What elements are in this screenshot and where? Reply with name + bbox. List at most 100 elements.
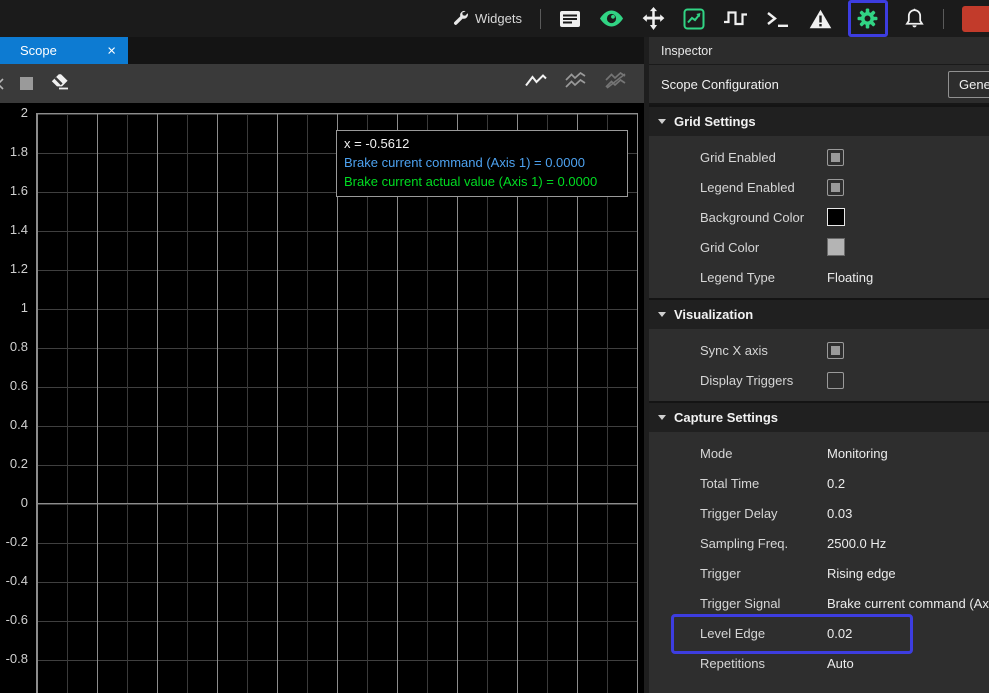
section-body-capture-settings: Mode Monitoring Total Time 0.2 Trigger D… xyxy=(649,432,989,693)
section-header-capture-settings[interactable]: Capture Settings xyxy=(649,401,989,432)
toolbar-separator xyxy=(540,9,541,29)
y-tick: 0.2 xyxy=(0,455,28,473)
section-title: Grid Settings xyxy=(674,114,756,129)
section-header-visualization[interactable]: Visualization xyxy=(649,298,989,329)
tab-close-icon[interactable]: × xyxy=(107,43,116,58)
sync-x-checkbox[interactable] xyxy=(827,342,844,359)
y-tick: -0.2 xyxy=(0,533,28,551)
section-title: Capture Settings xyxy=(674,410,778,425)
property-label: Trigger Signal xyxy=(700,596,780,611)
tooltip-series2-value: Brake current actual value (Axis 1) = 0.… xyxy=(344,172,620,191)
top-toolbar-cluster: Widgets xyxy=(452,0,989,37)
background-color-swatch[interactable] xyxy=(827,208,845,226)
grid-enabled-checkbox[interactable] xyxy=(827,149,844,166)
mode-value[interactable]: Monitoring xyxy=(827,446,888,461)
property-row-sync-x: Sync X axis xyxy=(649,335,989,365)
widgets-label: Widgets xyxy=(475,11,522,26)
scope-configuration-label: Scope Configuration xyxy=(661,77,779,92)
move-icon[interactable] xyxy=(642,7,665,30)
property-row-mode: Mode Monitoring xyxy=(649,438,989,468)
chart-icon[interactable] xyxy=(683,8,705,30)
gear-highlight-box xyxy=(848,0,888,37)
bell-icon[interactable] xyxy=(904,8,925,29)
stop-button[interactable]: S xyxy=(962,6,989,32)
grid-color-swatch[interactable] xyxy=(827,238,845,256)
property-row-repetitions: Repetitions Auto xyxy=(649,648,989,678)
tab-bar: Scope × xyxy=(0,37,644,64)
property-label: Trigger xyxy=(700,566,741,581)
terminal-icon[interactable] xyxy=(766,10,791,28)
display-triggers-checkbox[interactable] xyxy=(827,372,844,389)
scope-plot-area[interactable]: x = -0.5612 Brake current command (Axis … xyxy=(36,113,638,693)
trace-display-buttons xyxy=(524,72,644,95)
scope-pane: Scope × xyxy=(0,37,644,693)
y-tick: -0.8 xyxy=(0,650,28,668)
y-tick: 1 xyxy=(0,299,28,317)
list-icon[interactable] xyxy=(559,10,581,28)
property-row-legend-type: Legend Type Floating xyxy=(649,262,989,292)
single-trace-icon[interactable] xyxy=(524,73,548,94)
property-label: Grid Color xyxy=(700,240,759,255)
toolbar-separator xyxy=(943,9,944,29)
y-tick: 1.6 xyxy=(0,182,28,200)
y-tick: 0.4 xyxy=(0,416,28,434)
property-label: Display Triggers xyxy=(700,373,793,388)
y-tick: 1.2 xyxy=(0,260,28,278)
top-toolbar: Widgets xyxy=(0,0,989,37)
section-body-grid-settings: Grid Enabled Legend Enabled Background C… xyxy=(649,136,989,298)
pulse-icon[interactable] xyxy=(723,9,748,28)
warning-icon[interactable] xyxy=(809,9,832,29)
property-row-level-edge: Level Edge 0.02 xyxy=(649,618,989,648)
property-label: Mode xyxy=(700,446,733,461)
gear-icon[interactable] xyxy=(857,8,878,29)
widgets-button[interactable]: Widgets xyxy=(452,9,522,28)
property-row-trigger: Trigger Rising edge xyxy=(649,558,989,588)
property-label: Sampling Freq. xyxy=(700,536,788,551)
eye-icon[interactable] xyxy=(599,10,624,27)
y-tick: -0.4 xyxy=(0,572,28,590)
inspector-panel: Inspector Scope Configuration Gene Grid … xyxy=(644,37,989,693)
split-trace-icon[interactable] xyxy=(604,72,628,95)
y-tick: 2 xyxy=(0,104,28,122)
general-button[interactable]: Gene xyxy=(948,71,989,98)
collapse-triangle-icon xyxy=(658,312,666,317)
legend-enabled-checkbox[interactable] xyxy=(827,179,844,196)
repetitions-value[interactable]: Auto xyxy=(827,656,854,671)
trigger-signal-value[interactable]: Brake current command (Ax xyxy=(827,596,989,611)
tooltip-x-value: x = -0.5612 xyxy=(344,134,620,153)
chevron-left-icon[interactable] xyxy=(0,77,5,95)
legend-type-value[interactable]: Floating xyxy=(827,270,873,285)
y-tick: 0 xyxy=(0,494,28,512)
section-header-grid-settings[interactable]: Grid Settings xyxy=(649,105,989,136)
trigger-value[interactable]: Rising edge xyxy=(827,566,896,581)
tooltip-series1-value: Brake current command (Axis 1) = 0.0000 xyxy=(344,153,620,172)
stop-capture-icon[interactable] xyxy=(20,77,33,90)
total-time-value[interactable]: 0.2 xyxy=(827,476,845,491)
inspector-title: Inspector xyxy=(649,37,989,65)
sampling-freq-value[interactable]: 2500.0 Hz xyxy=(827,536,886,551)
tab-scope[interactable]: Scope × xyxy=(0,37,128,64)
zero-gridline xyxy=(37,503,637,504)
property-row-trigger-delay: Trigger Delay 0.03 xyxy=(649,498,989,528)
y-tick: 0.6 xyxy=(0,377,28,395)
property-label: Total Time xyxy=(700,476,759,491)
collapse-triangle-icon xyxy=(658,415,666,420)
property-label: Background Color xyxy=(700,210,804,225)
trigger-delay-value[interactable]: 0.03 xyxy=(827,506,852,521)
property-label: Legend Type xyxy=(700,270,775,285)
collapse-triangle-icon xyxy=(658,119,666,124)
cursor-tooltip: x = -0.5612 Brake current command (Axis … xyxy=(336,130,628,197)
property-label: Trigger Delay xyxy=(700,506,778,521)
property-row-background-color: Background Color xyxy=(649,202,989,232)
eraser-icon[interactable] xyxy=(50,73,69,95)
wrench-icon xyxy=(452,9,468,28)
multi-trace-icon[interactable] xyxy=(564,72,588,95)
app-window: Widgets xyxy=(0,0,989,693)
y-tick: 0.8 xyxy=(0,338,28,356)
level-edge-value[interactable]: 0.02 xyxy=(827,626,852,641)
property-label: Legend Enabled xyxy=(700,180,795,195)
scope-configuration-row: Scope Configuration Gene xyxy=(649,65,989,105)
y-tick: 1.8 xyxy=(0,143,28,161)
scope-toolbar xyxy=(0,64,644,103)
property-row-sampling-freq: Sampling Freq. 2500.0 Hz xyxy=(649,528,989,558)
